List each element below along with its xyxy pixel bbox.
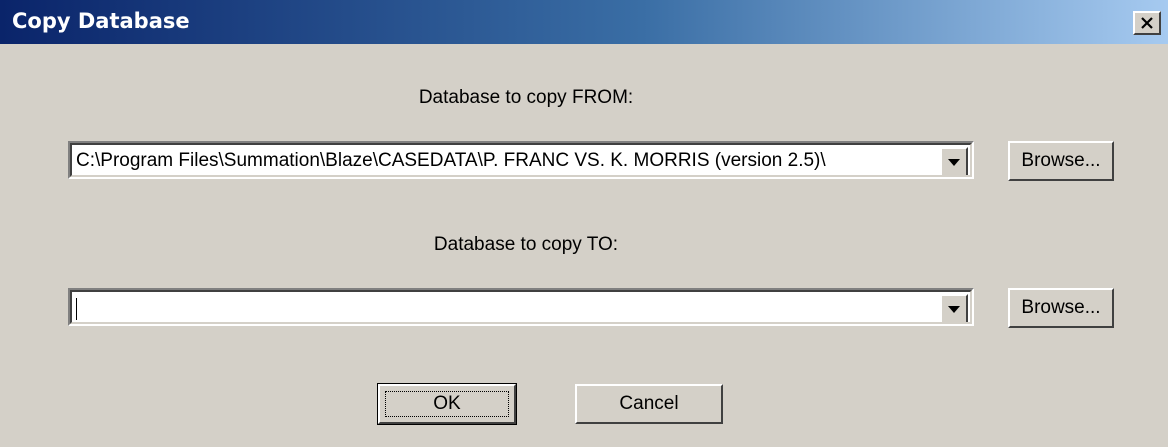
cancel-button[interactable]: Cancel [575,384,723,424]
title-bar[interactable]: Copy Database [0,0,1168,44]
to-dropdown-button[interactable] [940,294,968,322]
from-dropdown-button[interactable] [940,147,968,175]
copy-database-dialog: Copy Database Database to copy FROM: C:\… [0,0,1168,447]
chevron-down-icon [948,158,960,166]
window-title: Copy Database [12,9,190,33]
chevron-down-icon [948,305,960,313]
text-cursor [76,298,77,320]
to-label: Database to copy TO: [433,234,619,255]
to-database-combobox[interactable] [68,288,974,326]
ok-button[interactable]: OK [377,383,517,425]
close-button[interactable] [1133,11,1161,35]
from-database-value[interactable]: C:\Program Files\Summation\Blaze\CASEDAT… [76,150,936,172]
close-icon [1141,17,1153,29]
focus-indicator [385,391,509,417]
from-browse-button[interactable]: Browse... [1008,141,1114,181]
to-browse-button[interactable]: Browse... [1008,288,1114,328]
from-label: Database to copy FROM: [418,87,634,108]
from-database-combobox[interactable]: C:\Program Files\Summation\Blaze\CASEDAT… [68,141,974,179]
